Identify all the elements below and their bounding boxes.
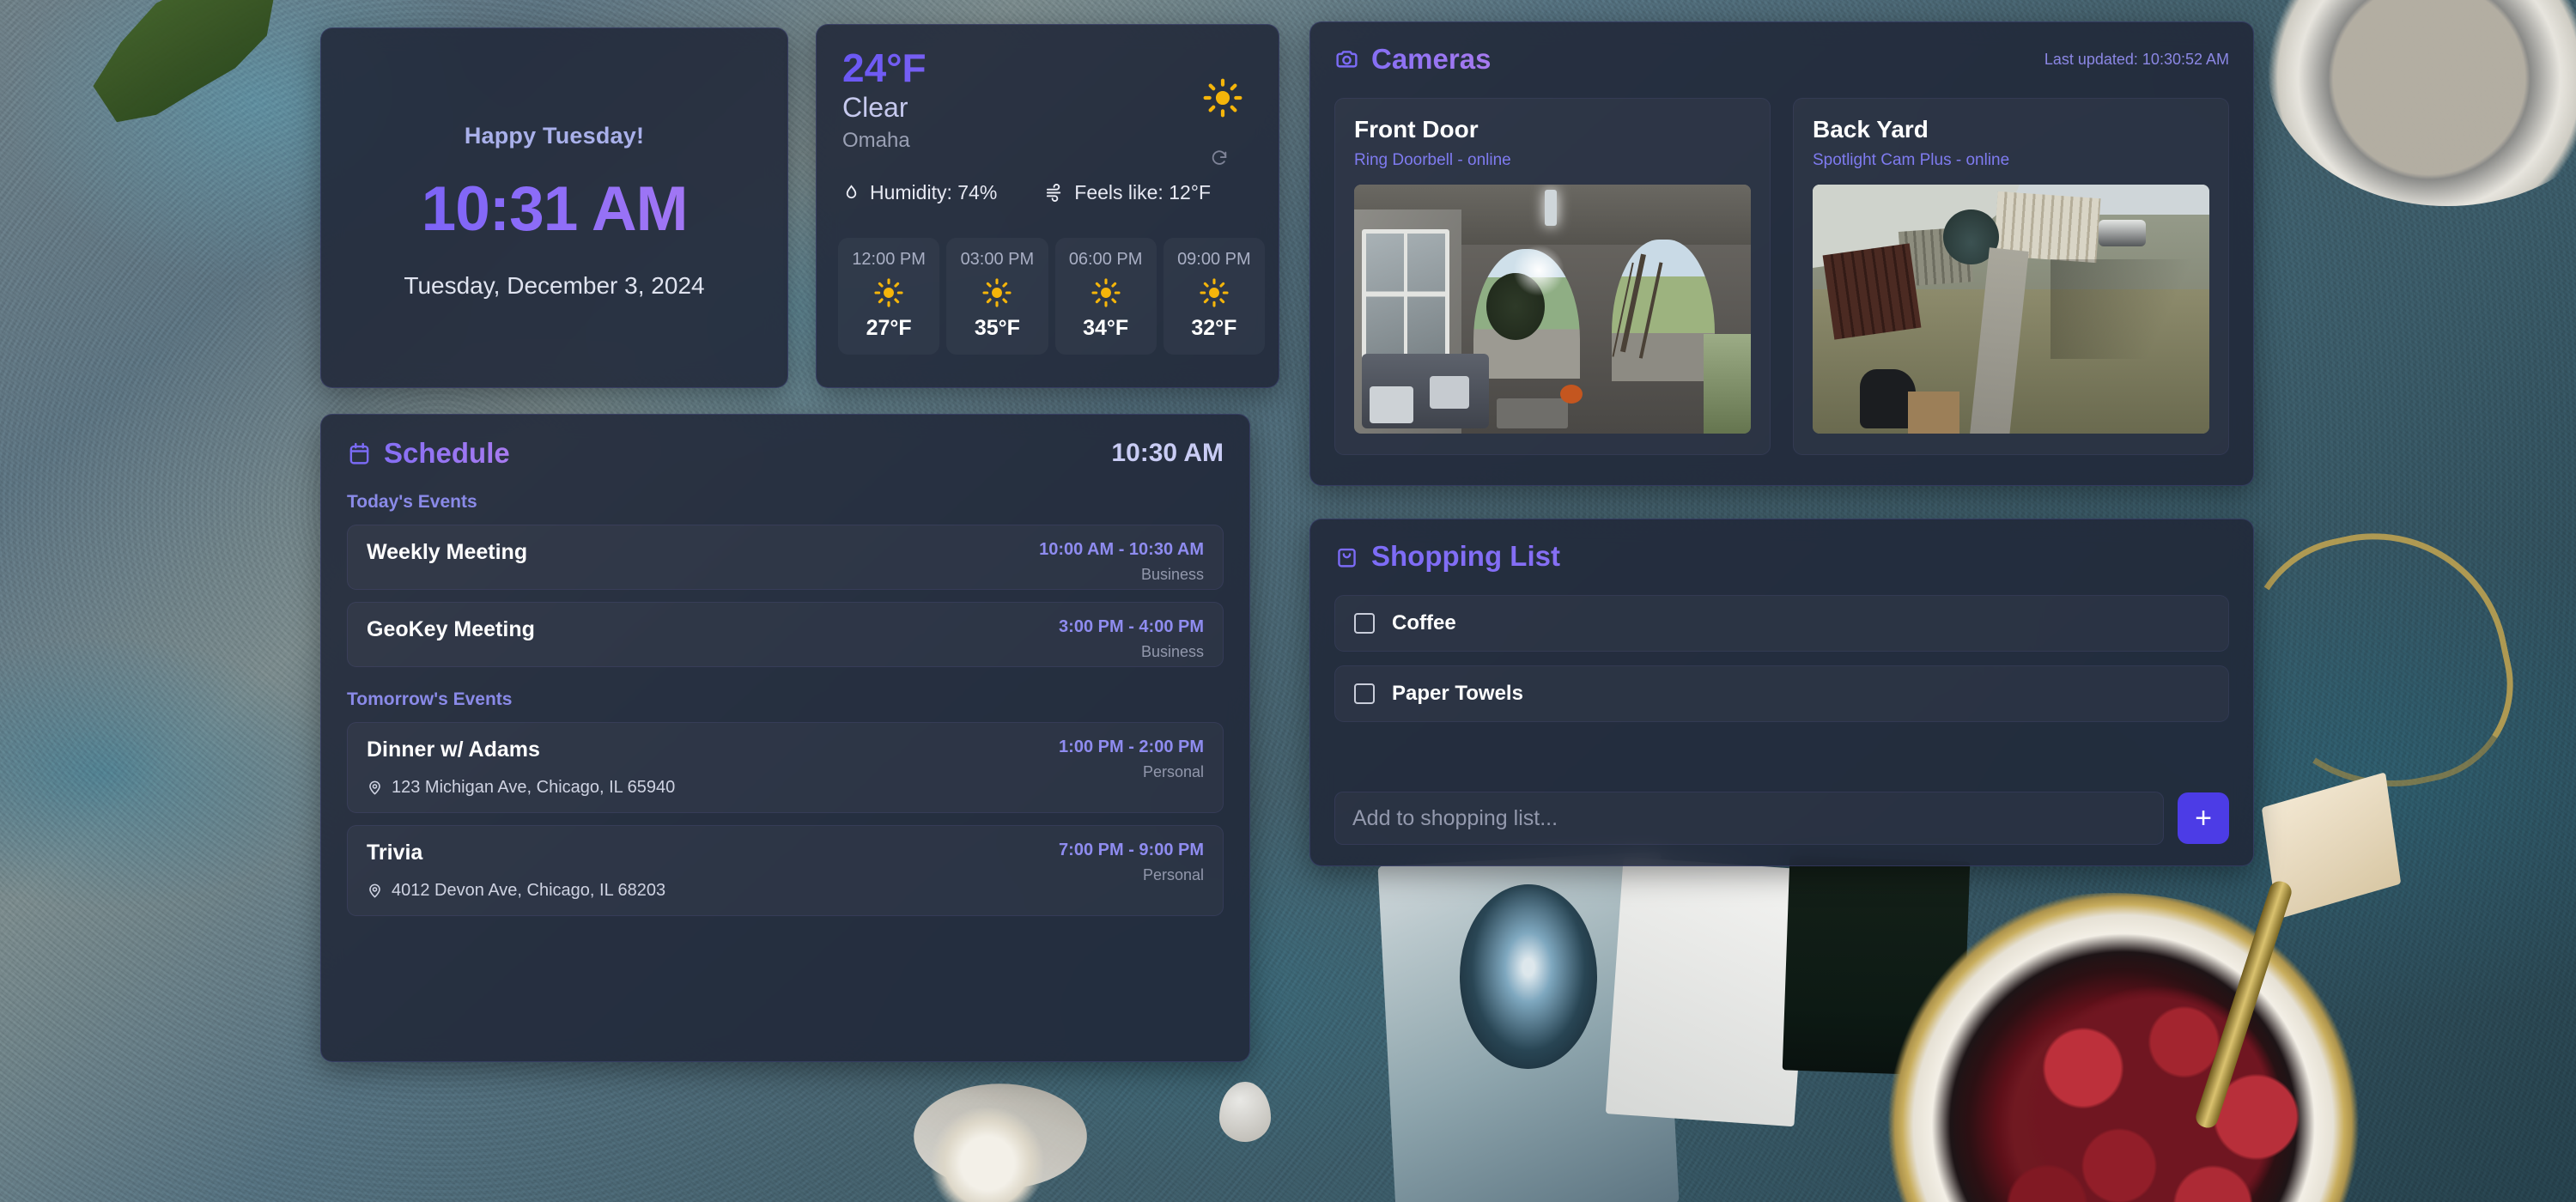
forecast-temp: 27°F (866, 316, 912, 340)
camera-name: Back Yard (1813, 116, 1929, 143)
event-time: 10:00 AM - 10:30 AM (1039, 540, 1204, 559)
camera-card-front-door[interactable]: Front Door Ring Doorbell - online (1334, 98, 1771, 455)
humidity-label: Humidity: 74% (870, 181, 998, 203)
weather-forecast: 12:00 PM 27°F 03:00 PM 35°F 06:00 PM 34°… (838, 238, 1265, 355)
clock-widget: Happy Tuesday! 10:31 AM Tuesday, Decembe… (320, 27, 788, 388)
cameras-last-updated: Last updated: 10:30:52 AM (2044, 50, 2229, 68)
refresh-icon[interactable] (1210, 149, 1229, 167)
forecast-slot: 12:00 PM 27°F (838, 238, 940, 355)
cameras-title: Cameras (1371, 43, 1492, 75)
camera-name: Front Door (1354, 116, 1479, 143)
cameras-title-group: Cameras (1334, 43, 1491, 76)
shopping-item-checkbox[interactable] (1354, 683, 1375, 704)
event-item[interactable]: GeoKey Meeting 3:00 PM - 4:00 PM Busines… (347, 602, 1224, 667)
today-events-label: Today's Events (347, 492, 477, 512)
shopping-items-list: Coffee Paper Towels (1334, 595, 2229, 722)
weather-stats: Humidity: 74% Feels like: 12°F (842, 181, 1255, 204)
sun-icon (1091, 278, 1121, 307)
event-time: 1:00 PM - 2:00 PM (1059, 738, 1204, 756)
schedule-current-time: 10:30 AM (1111, 439, 1224, 467)
camera-feed-back-yard[interactable] (1813, 185, 2209, 434)
event-category: Personal (1142, 866, 1204, 883)
cameras-widget: Cameras Last updated: 10:30:52 AM Front … (1309, 21, 2254, 486)
camera-card-back-yard[interactable]: Back Yard Spotlight Cam Plus - online (1793, 98, 2229, 455)
forecast-time: 09:00 PM (1177, 250, 1251, 269)
forecast-temp: 32°F (1191, 316, 1237, 340)
sun-icon (874, 278, 903, 307)
shopping-add-input[interactable] (1334, 792, 2164, 845)
forecast-temp: 34°F (1083, 316, 1129, 340)
sun-icon (1200, 278, 1229, 307)
schedule-header: Schedule 10:30 AM (347, 437, 1224, 470)
clock-time: 10:31 AM (321, 173, 787, 245)
humidity-stat: Humidity: 74% (842, 181, 997, 204)
forecast-time: 12:00 PM (852, 250, 926, 269)
event-location: 123 Michigan Ave, Chicago, IL 65940 (392, 778, 676, 797)
shopping-item-label: Paper Towels (1392, 682, 1523, 705)
event-category: Personal (1142, 763, 1204, 780)
droplet-icon (842, 184, 860, 202)
event-item[interactable]: Dinner w/ Adams 1:00 PM - 2:00 PM Person… (347, 722, 1224, 813)
forecast-slot: 06:00 PM 34°F (1054, 238, 1157, 355)
weather-condition: Clear (842, 92, 908, 124)
event-item[interactable]: Trivia 7:00 PM - 9:00 PM Personal 4012 D… (347, 825, 1224, 916)
cameras-header: Cameras Last updated: 10:30:52 AM (1334, 43, 2229, 76)
feels-like-label: Feels like: 12°F (1074, 181, 1212, 203)
tomorrow-events-label: Tomorrow's Events (347, 689, 513, 709)
event-meta: 1:00 PM - 2:00 PM Personal (1059, 738, 1204, 781)
shopping-list-item[interactable]: Coffee (1334, 595, 2229, 652)
cameras-grid: Front Door Ring Doorbell - online Back Y… (1334, 98, 2229, 455)
schedule-title: Schedule (384, 437, 510, 469)
event-location: 4012 Devon Ave, Chicago, IL 68203 (392, 881, 666, 900)
calendar-icon (347, 441, 372, 466)
event-item[interactable]: Weekly Meeting 10:00 AM - 10:30 AM Busin… (347, 525, 1224, 590)
shopping-list-item[interactable]: Paper Towels (1334, 665, 2229, 722)
shopping-title: Shopping List (1371, 540, 1560, 572)
event-category: Business (1140, 643, 1204, 660)
weather-widget: 24°F Clear Omaha Humidity: 74% Feels lik… (816, 24, 1279, 388)
forecast-time: 03:00 PM (960, 250, 1035, 269)
schedule-title-group: Schedule (347, 437, 510, 470)
shopping-title-group: Shopping List (1334, 540, 2229, 573)
forecast-slot: 03:00 PM 35°F (946, 238, 1048, 355)
feels-like-stat: Feels like: 12°F (1045, 181, 1211, 204)
event-meta: 10:00 AM - 10:30 AM Business (1039, 540, 1204, 584)
forecast-slot: 09:00 PM 32°F (1163, 238, 1265, 355)
shopping-item-checkbox[interactable] (1354, 613, 1375, 634)
forecast-time: 06:00 PM (1068, 250, 1143, 269)
event-time: 7:00 PM - 9:00 PM (1059, 841, 1204, 859)
camera-status: Ring Doorbell - online (1354, 151, 1511, 169)
event-category: Business (1140, 566, 1204, 583)
shopping-bag-icon (1334, 544, 1359, 569)
sun-icon (982, 278, 1012, 307)
sun-icon (1203, 78, 1242, 118)
weather-temperature: 24°F (842, 47, 1253, 89)
greeting-text: Happy Tuesday! (464, 123, 645, 149)
add-item-button[interactable]: + (2178, 792, 2229, 844)
schedule-widget: Schedule 10:30 AM Today's Events Weekly … (320, 414, 1250, 1062)
weather-city: Omaha (842, 129, 910, 153)
camera-status: Spotlight Cam Plus - online (1813, 151, 2010, 169)
shopping-item-label: Coffee (1392, 611, 1456, 634)
forecast-temp: 35°F (974, 316, 1020, 340)
event-meta: 3:00 PM - 4:00 PM Business (1059, 617, 1204, 661)
map-pin-icon (367, 780, 383, 796)
camera-feed-front-door[interactable] (1354, 185, 1751, 434)
map-pin-icon (367, 883, 383, 899)
shopping-list-widget: Shopping List Coffee Paper Towels + (1309, 519, 2254, 866)
wind-icon (1045, 183, 1065, 203)
event-meta: 7:00 PM - 9:00 PM Personal (1059, 841, 1204, 884)
shopping-add-row: + (1334, 792, 2229, 845)
camera-icon (1334, 47, 1359, 72)
event-time: 3:00 PM - 4:00 PM (1059, 617, 1204, 636)
clock-date: Tuesday, December 3, 2024 (404, 272, 705, 299)
